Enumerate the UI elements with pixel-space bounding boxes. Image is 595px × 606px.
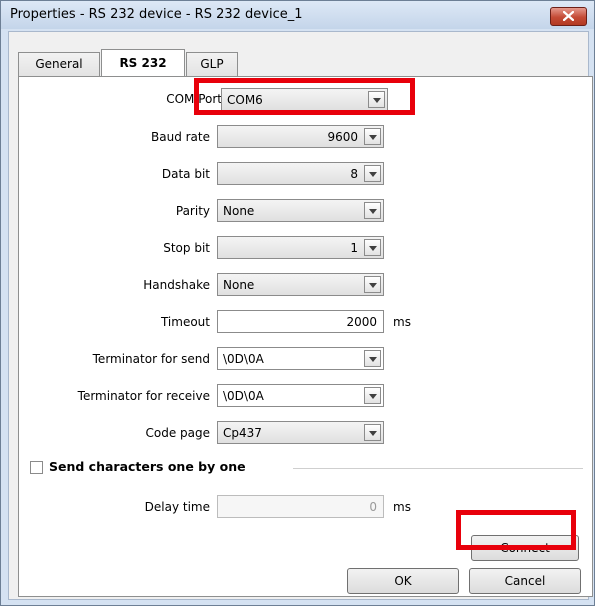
chevron-down-icon: [369, 394, 377, 399]
stop-bit-value: 1: [350, 241, 358, 255]
chevron-down-icon: [373, 98, 381, 103]
terminator-receive-dropdown-button[interactable]: [364, 387, 381, 404]
chevron-down-icon: [369, 172, 377, 177]
timeout-input[interactable]: 2000: [217, 310, 384, 333]
parity-combo[interactable]: None: [217, 199, 384, 222]
code-page-combo[interactable]: Cp437: [217, 421, 384, 444]
group-separator: [293, 468, 583, 469]
delay-time-value: 0: [369, 500, 377, 514]
chevron-down-icon: [369, 209, 377, 214]
dialog-body: General RS 232 GLP COM Port COM6 Baud ra…: [8, 31, 593, 600]
delay-time-unit: ms: [393, 500, 411, 514]
send-one-by-one-checkbox[interactable]: [30, 461, 43, 474]
chevron-down-icon: [369, 135, 377, 140]
send-one-by-one-label[interactable]: Send characters one by one: [49, 459, 246, 474]
com-port-label: COM Port: [166, 92, 222, 106]
com-port-value: COM6: [227, 93, 263, 107]
parity-value: None: [223, 204, 255, 218]
terminator-send-dropdown-button[interactable]: [364, 350, 381, 367]
chevron-down-icon: [369, 431, 377, 436]
close-button[interactable]: [550, 7, 587, 26]
window-title: Properties - RS 232 device - RS 232 devi…: [10, 7, 303, 22]
ok-button-label: OK: [394, 574, 412, 588]
rs232-tab-panel: COM Port COM6 Baud rate 9600 Data bit 8 …: [18, 76, 593, 597]
chevron-down-icon: [369, 246, 377, 251]
tab-general[interactable]: General: [18, 52, 100, 76]
terminator-receive-label: Terminator for receive: [77, 389, 210, 403]
handshake-combo[interactable]: None: [217, 273, 384, 296]
code-page-label: Code page: [145, 426, 210, 440]
stop-bit-label: Stop bit: [163, 241, 210, 255]
com-port-dropdown-button[interactable]: [368, 91, 385, 108]
timeout-unit: ms: [393, 315, 411, 329]
cancel-button-label: Cancel: [504, 574, 546, 588]
timeout-label: Timeout: [160, 315, 210, 329]
terminator-send-label: Terminator for send: [92, 352, 210, 366]
parity-label: Parity: [175, 204, 210, 218]
tab-rs232-label: RS 232: [119, 56, 167, 70]
title-bar[interactable]: Properties - RS 232 device - RS 232 devi…: [1, 1, 594, 29]
data-bit-value: 8: [350, 167, 358, 181]
connect-button[interactable]: Connect: [471, 535, 579, 561]
data-bit-combo[interactable]: 8: [217, 162, 384, 185]
chevron-down-icon: [369, 283, 377, 288]
terminator-send-combo[interactable]: \0D\0A: [217, 347, 384, 370]
tab-glp-label: GLP: [200, 57, 224, 71]
data-bit-label: Data bit: [161, 167, 210, 181]
baud-rate-dropdown-button[interactable]: [364, 128, 381, 145]
ok-button[interactable]: OK: [347, 568, 459, 594]
close-icon: [563, 11, 574, 21]
terminator-send-value: \0D\0A: [223, 352, 264, 366]
stop-bit-dropdown-button[interactable]: [364, 239, 381, 256]
cancel-button[interactable]: Cancel: [469, 568, 581, 594]
chevron-down-icon: [369, 357, 377, 362]
terminator-receive-combo[interactable]: \0D\0A: [217, 384, 384, 407]
connect-button-label: Connect: [500, 541, 550, 555]
handshake-label: Handshake: [143, 278, 210, 292]
tab-glp[interactable]: GLP: [186, 52, 238, 76]
delay-time-label: Delay time: [144, 500, 210, 514]
baud-rate-value: 9600: [327, 130, 358, 144]
tab-general-label: General: [35, 57, 83, 71]
com-port-combo[interactable]: COM6: [221, 88, 388, 111]
stop-bit-combo[interactable]: 1: [217, 236, 384, 259]
delay-time-input[interactable]: 0: [217, 495, 384, 518]
handshake-dropdown-button[interactable]: [364, 276, 381, 293]
code-page-value: Cp437: [223, 426, 262, 440]
properties-dialog: Properties - RS 232 device - RS 232 devi…: [0, 0, 595, 606]
handshake-value: None: [223, 278, 255, 292]
code-page-dropdown-button[interactable]: [364, 424, 381, 441]
parity-dropdown-button[interactable]: [364, 202, 381, 219]
timeout-value: 2000: [346, 315, 377, 329]
data-bit-dropdown-button[interactable]: [364, 165, 381, 182]
terminator-receive-value: \0D\0A: [223, 389, 264, 403]
baud-rate-combo[interactable]: 9600: [217, 125, 384, 148]
tab-rs232[interactable]: RS 232: [101, 49, 185, 76]
baud-rate-label: Baud rate: [151, 130, 210, 144]
